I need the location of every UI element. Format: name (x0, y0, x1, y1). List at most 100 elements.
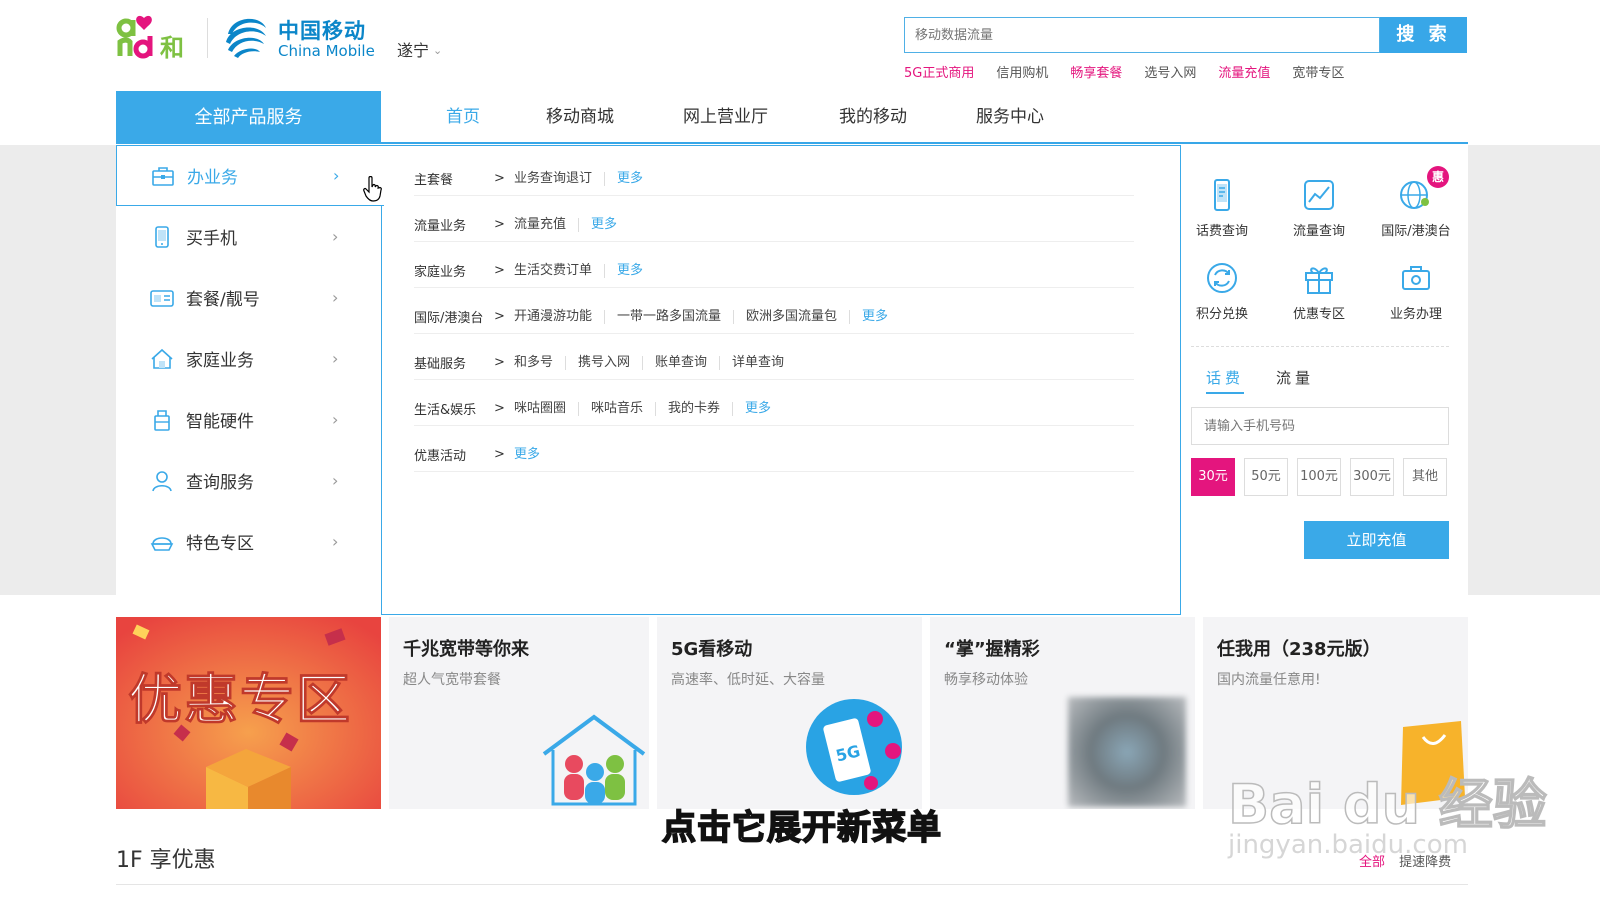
amount-300[interactable]: 300元 (1350, 458, 1394, 496)
sidebar-item-label: 特色专区 (186, 534, 254, 554)
panel-link[interactable]: 一带一路多国流量 (605, 309, 735, 324)
recharge-now-button[interactable]: 立即充值 (1304, 521, 1449, 559)
nav-item-my-mobile[interactable]: 我的移动 (839, 91, 907, 144)
card-5g[interactable]: 5G看移动 高速率、低时延、大容量 5G (657, 617, 922, 809)
panel-row-links: 和多号 携号入网 账单查询 详单查询 (514, 355, 796, 370)
hand-cursor-icon (363, 176, 382, 202)
panel-link[interactable]: 详单查询 (720, 355, 796, 370)
amount-30[interactable]: 30元 (1191, 458, 1235, 496)
panel-row-heading[interactable]: 国际/港澳台 (414, 307, 494, 326)
panel-row: 国际/港澳台 > 开通漫游功能 一带一路多国流量 欧洲多国流量包 更多 (414, 300, 1134, 334)
hot-word-link[interactable]: 宽带专区 (1292, 62, 1344, 81)
quick-label: 积分兑换 (1195, 307, 1248, 322)
search-button[interactable]: 搜 索 (1380, 17, 1467, 53)
panel-link[interactable]: 账单查询 (643, 355, 721, 370)
hot-word-link[interactable]: 5G正式商用 (904, 62, 974, 81)
city-label: 遂宁 (397, 41, 430, 60)
panel-more-link[interactable]: 更多 (579, 217, 629, 232)
panel-link[interactable]: 流量充值 (514, 217, 580, 232)
hot-word-link[interactable]: 选号入网 (1144, 62, 1196, 81)
video-caption: 点击它展开新菜单 (661, 807, 942, 849)
site-header: 和 中国移动 China Mobile 遂宁⌄ 搜 索 5G正式商用 信用购机 畅享… (0, 0, 1600, 90)
tab-data[interactable]: 流量 (1276, 367, 1314, 388)
hot-word-link[interactable]: 流量充值 (1218, 62, 1270, 81)
card-subtitle: 畅享移动体验 (944, 672, 1028, 688)
chevron-right-icon: › (332, 532, 339, 551)
sidebar-item-business[interactable]: 办业务 › (116, 145, 384, 206)
sidebar-item-special[interactable]: 特色专区 › (116, 511, 381, 572)
panel-more-link[interactable]: 更多 (850, 309, 900, 324)
device-icon (154, 409, 170, 431)
panel-more-link[interactable]: 更多 (605, 263, 655, 278)
nav-item-mall[interactable]: 移动商城 (546, 91, 614, 144)
panel-more-link[interactable]: 更多 (605, 171, 655, 186)
panel-row-links: 更多 (514, 447, 552, 462)
panel-link[interactable]: 我的卡券 (656, 401, 734, 416)
sidebar-item-plans[interactable]: 套餐/靓号 › (116, 267, 381, 328)
amount-50[interactable]: 50元 (1244, 458, 1288, 496)
quick-bill-query[interactable]: 话费查询 (1182, 178, 1262, 248)
quick-business[interactable]: 业务办理 (1376, 261, 1456, 331)
logo-divider (207, 18, 208, 58)
brand-name-cn: 中国移动 (278, 19, 366, 43)
panel-more-link[interactable]: 更多 (733, 401, 783, 416)
panel-row-heading[interactable]: 优惠活动 (414, 445, 494, 464)
and-logo[interactable]: 和 (116, 14, 194, 60)
city-selector[interactable]: 遂宁 ⌄ (397, 37, 442, 61)
nav-item-online-hall[interactable]: 网上营业厅 (683, 91, 768, 144)
card-subtitle: 高速率、低时延、大容量 (671, 672, 825, 688)
sidebar-item-family[interactable]: 家庭业务 › (116, 328, 381, 389)
panel-link[interactable]: 咪咕音乐 (579, 401, 657, 416)
china-mobile-logo-icon[interactable] (222, 12, 270, 62)
card-mobile-app[interactable]: “掌”握精彩 畅享移动体验 (930, 617, 1195, 809)
panel-link[interactable]: 和多号 (514, 355, 567, 370)
home-icon (151, 348, 173, 369)
panel-row-heading[interactable]: 主套餐 (414, 169, 494, 188)
special-icon (150, 536, 174, 551)
panel-link[interactable]: 欧洲多国流量包 (734, 309, 851, 324)
quick-label: 业务办理 (1389, 307, 1442, 322)
quick-label: 流量查询 (1292, 224, 1345, 239)
sidebar-item-buy-phone[interactable]: 买手机 › (116, 206, 381, 267)
quick-offers[interactable]: 优惠专区 (1279, 261, 1359, 331)
traffic-query-icon (1304, 180, 1334, 210)
watermark-main: Bai du 经验 (1227, 772, 1547, 837)
sidebar-menu: 办业务 › 买手机 › 套餐/靓号 › 家庭业务 › 智能硬件 › 查询服务 ›… (116, 145, 384, 595)
hot-word-link[interactable]: 信用购机 (996, 62, 1048, 81)
panel-more-link[interactable]: 更多 (514, 447, 552, 462)
phone-number-input[interactable] (1191, 407, 1449, 445)
chevron-right-icon: > (494, 309, 505, 324)
amount-other[interactable]: 其他 (1403, 458, 1447, 496)
floor-divider (116, 884, 1468, 885)
panel-link[interactable]: 携号入网 (566, 355, 644, 370)
promo-banner[interactable]: 优惠专区 (116, 617, 381, 809)
amount-100[interactable]: 100元 (1297, 458, 1341, 496)
panel-row-heading[interactable]: 生活&娱乐 (414, 399, 494, 418)
panel-row-heading[interactable]: 家庭业务 (414, 261, 494, 280)
card-title: 任我用（238元版） (1217, 639, 1381, 660)
search-input[interactable] (904, 17, 1380, 53)
panel-link[interactable]: 开通漫游功能 (514, 309, 606, 324)
sidebar-item-hardware[interactable]: 智能硬件 › (116, 389, 381, 450)
panel-row-heading[interactable]: 流量业务 (414, 215, 494, 234)
watermark-sub: jingyan.baidu.com (1228, 830, 1468, 860)
tab-phone-bill[interactable]: 话费 (1206, 367, 1245, 394)
quick-traffic-query[interactable]: 流量查询 (1279, 178, 1359, 248)
all-products-button[interactable]: 全部产品服务 (116, 91, 381, 144)
panel-link[interactable]: 咪咕圈圈 (514, 401, 580, 416)
brand-name-en: China Mobile (278, 42, 375, 60)
chevron-right-icon: > (494, 401, 505, 416)
panel-row-heading[interactable]: 基础服务 (414, 353, 494, 372)
panel-link[interactable]: 生活交费订单 (514, 263, 606, 278)
nav-item-service-center[interactable]: 服务中心 (976, 91, 1044, 144)
blurred-app-image (1068, 697, 1186, 807)
quick-international[interactable]: 国际/港澳台 (1376, 178, 1456, 248)
business-dropdown-panel: 主套餐 > 业务查询退订 更多 流量业务 > 流量充值 更多 家庭业务 > 生活交费订单 更多 国际/港… (381, 145, 1181, 615)
card-broadband[interactable]: 千兆宽带等你来 超人气宽带套餐 (389, 617, 649, 809)
hot-word-link[interactable]: 畅享套餐 (1070, 62, 1122, 81)
panel-link[interactable]: 业务查询退订 (514, 171, 606, 186)
chevron-right-icon: > (494, 217, 505, 232)
nav-item-home[interactable]: 首页 (446, 91, 480, 144)
quick-points-exchange[interactable]: 积分兑换 (1182, 261, 1262, 331)
sidebar-item-query[interactable]: 查询服务 › (116, 450, 381, 511)
